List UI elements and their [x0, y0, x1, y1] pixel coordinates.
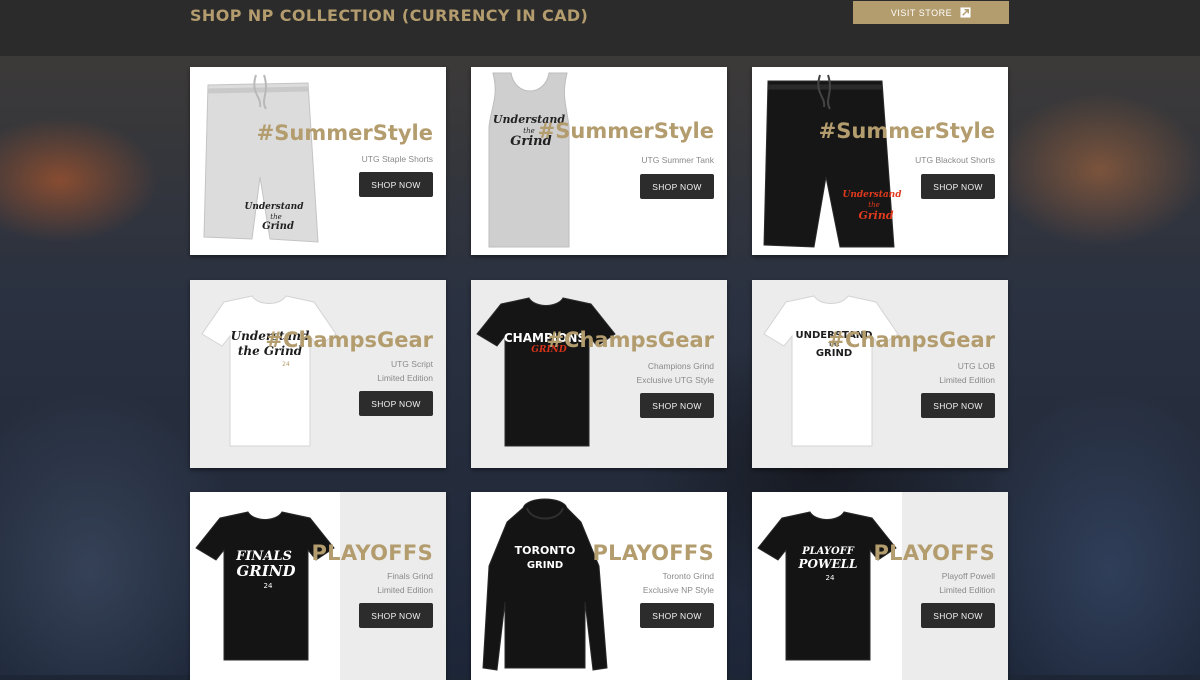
- product-card-champions-grind[interactable]: CHAMPIONS GRIND #ChampsGear Champions Gr…: [471, 280, 727, 468]
- product-name: UTG Script: [390, 359, 433, 369]
- product-card-toronto-grind[interactable]: TORONTO GRIND PLAYOFFS Toronto Grind Exc…: [471, 492, 727, 680]
- card-tag: #ChampsGear: [827, 328, 995, 352]
- product-card-utg-script[interactable]: Understand the Grind 24 #ChampsGear UTG …: [190, 280, 446, 468]
- product-edition: Limited Edition: [939, 585, 995, 595]
- card-tag: #SummerStyle: [256, 121, 433, 145]
- header-bar: SHOP NP COLLECTION (CURRENCY IN CAD) VIS…: [0, 0, 1200, 56]
- svg-text:PLAYOFF: PLAYOFF: [801, 546, 855, 557]
- visit-store-label: VISIT STORE: [890, 7, 953, 18]
- card-tag: #SummerStyle: [537, 119, 714, 143]
- shop-now-button[interactable]: SHOP NOW: [640, 603, 714, 628]
- product-name: UTG Staple Shorts: [361, 154, 433, 164]
- svg-text:Grind: Grind: [262, 221, 294, 232]
- product-card-blackout-shorts[interactable]: Understand the Grind #SummerStyle UTG Bl…: [752, 67, 1008, 255]
- product-details: Champions Grind Exclusive UTG Style: [637, 359, 714, 387]
- product-name: UTG Summer Tank: [641, 155, 714, 165]
- svg-text:TORONTO: TORONTO: [515, 544, 576, 557]
- product-edition: Limited Edition: [377, 373, 433, 383]
- product-card-staple-shorts[interactable]: Understand the Grind #SummerStyle UTG St…: [190, 67, 446, 255]
- section-title: SHOP NP COLLECTION (CURRENCY IN CAD): [190, 6, 589, 25]
- svg-text:POWELL: POWELL: [798, 557, 858, 571]
- visit-store-button[interactable]: VISIT STORE: [853, 1, 1009, 24]
- svg-text:24: 24: [264, 582, 273, 590]
- product-name: Finals Grind: [387, 571, 433, 581]
- product-name: UTG LOB: [957, 361, 995, 371]
- card-tag: #SummerStyle: [818, 119, 995, 143]
- shop-now-button[interactable]: SHOP NOW: [359, 172, 433, 197]
- product-style: Exclusive NP Style: [642, 585, 714, 595]
- shop-now-button[interactable]: SHOP NOW: [921, 603, 995, 628]
- card-tag: #ChampsGear: [265, 328, 433, 352]
- product-edition: Limited Edition: [377, 585, 433, 595]
- svg-text:24: 24: [826, 574, 835, 582]
- svg-text:GRIND: GRIND: [527, 560, 563, 571]
- product-style: Exclusive UTG Style: [636, 375, 714, 385]
- product-details: Toronto Grind Exclusive NP Style: [643, 569, 714, 597]
- product-name: Toronto Grind: [662, 571, 715, 581]
- product-details: UTG Script Limited Edition: [377, 357, 433, 385]
- card-tag: PLAYOFFS: [592, 541, 714, 565]
- card-tag: PLAYOFFS: [873, 541, 995, 565]
- svg-text:GRIND: GRIND: [236, 562, 295, 580]
- svg-text:the: the: [270, 213, 281, 221]
- product-card-utg-lob[interactable]: UNDERSTAND THE GRIND #ChampsGear UTG LOB…: [752, 280, 1008, 468]
- product-details: UTG LOB Limited Edition: [939, 359, 995, 387]
- shop-now-button[interactable]: SHOP NOW: [359, 603, 433, 628]
- shop-now-button[interactable]: SHOP NOW: [640, 393, 714, 418]
- product-edition: Limited Edition: [939, 375, 995, 385]
- product-details: Finals Grind Limited Edition: [377, 569, 433, 597]
- shop-now-button[interactable]: SHOP NOW: [921, 393, 995, 418]
- product-name: Champions Grind: [647, 361, 714, 371]
- shop-now-button[interactable]: SHOP NOW: [921, 174, 995, 199]
- product-name: UTG Blackout Shorts: [915, 155, 995, 165]
- svg-text:24: 24: [282, 361, 290, 368]
- product-card-playoff-powell[interactable]: PLAYOFF POWELL 24 PLAYOFFS Playoff Powel…: [752, 492, 1008, 680]
- product-card-summer-tank[interactable]: Understand the Grind #SummerStyle UTG Su…: [471, 67, 727, 255]
- product-name: Playoff Powell: [941, 571, 995, 581]
- shop-now-button[interactable]: SHOP NOW: [640, 174, 714, 199]
- svg-text:Understand: Understand: [842, 190, 902, 200]
- svg-text:Understand: Understand: [244, 202, 304, 212]
- svg-text:Grind: Grind: [858, 209, 893, 222]
- card-tag: #ChampsGear: [546, 328, 714, 352]
- shop-now-button[interactable]: SHOP NOW: [359, 391, 433, 416]
- svg-text:the: the: [868, 201, 879, 209]
- external-link-icon: [960, 7, 971, 18]
- product-card-finals-grind[interactable]: FINALS GRIND 24 PLAYOFFS Finals Grind Li…: [190, 492, 446, 680]
- product-details: Playoff Powell Limited Edition: [939, 569, 995, 597]
- card-tag: PLAYOFFS: [311, 541, 433, 565]
